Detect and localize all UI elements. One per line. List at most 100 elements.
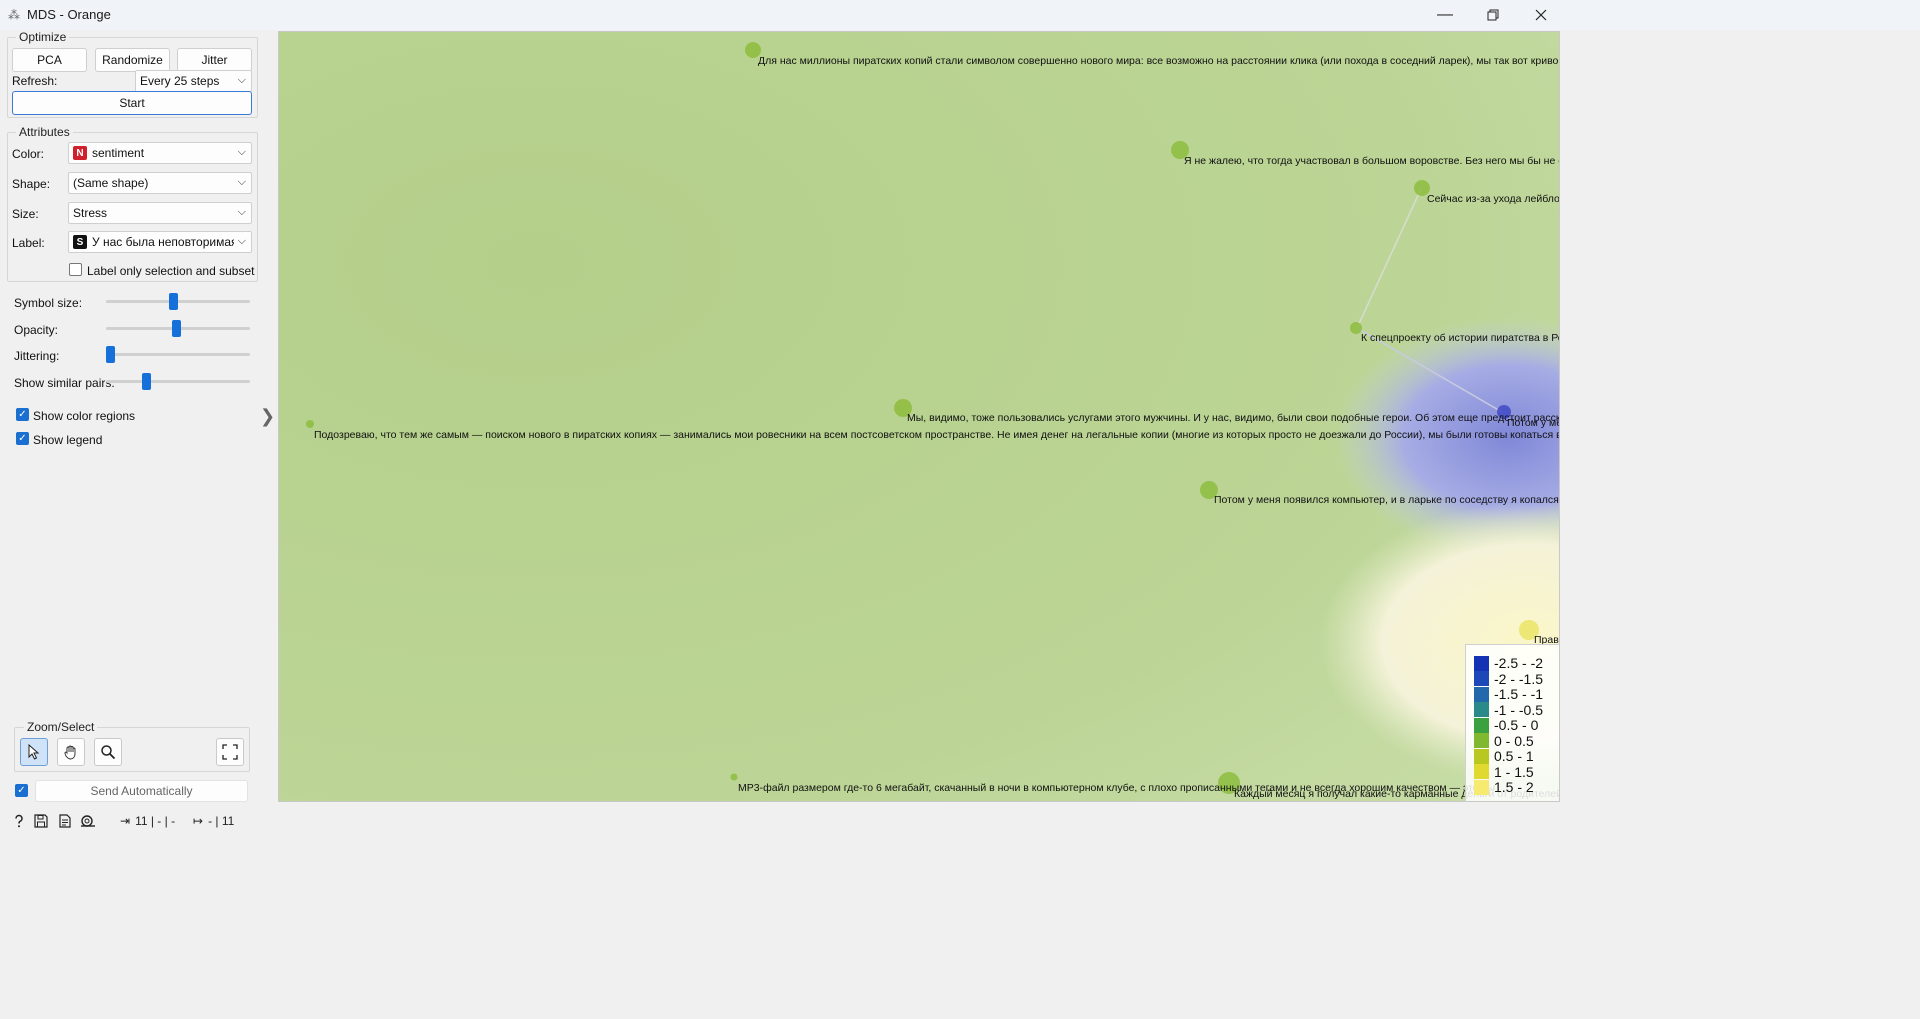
zoom-icon[interactable] [94, 738, 122, 766]
jittering-slider-track[interactable] [106, 353, 250, 356]
legend-swatch [1474, 764, 1489, 779]
label-only-selection-checkbox[interactable] [69, 263, 82, 276]
legend-swatch [1474, 733, 1489, 748]
point-label: Сейчас из-за ухода лейблов [1427, 193, 1560, 205]
legend-swatch [1474, 671, 1489, 686]
opacity-slider[interactable] [172, 320, 182, 337]
legend-swatch [1474, 686, 1489, 702]
size-label: Size: [12, 207, 39, 221]
input-summary[interactable]: ⇥ 11 | - | - [120, 814, 175, 828]
snail-icon[interactable] [80, 814, 96, 828]
color-value: sentiment [92, 146, 145, 160]
legend-swatch [1474, 717, 1489, 733]
chevron-down-icon: ⌵ [237, 74, 246, 86]
send-automatically-button[interactable]: Send Automatically [35, 780, 248, 802]
label-only-selection-label: Label only selection and subset [87, 264, 255, 278]
output-summary-text: - | 11 [208, 814, 235, 828]
legend-swatch [1474, 702, 1489, 717]
show-color-regions-label: Show color regions [33, 409, 136, 423]
label-label: Label: [12, 236, 45, 250]
color-legend[interactable]: -2.5 - -2 -2 - -1.5 -1.5 - -1 -1 - -0.5 … [1465, 644, 1559, 801]
legend-item: -2 - -1.5 [1474, 671, 1543, 687]
send-automatically-checkbox[interactable]: ✓ [15, 784, 28, 797]
point-label: Для нас миллионы пиратских копий стали с… [758, 55, 1560, 67]
numeric-variable-icon: N [73, 146, 87, 160]
show-color-regions-checkbox[interactable]: ✓ [16, 408, 29, 421]
legend-label: -2 - -1.5 [1494, 670, 1544, 687]
chevron-down-icon: ⌵ [237, 206, 246, 218]
shape-select[interactable]: (Same shape) ⌵ [68, 172, 252, 194]
pca-button[interactable]: PCA [12, 48, 87, 72]
reset-zoom-icon[interactable] [216, 738, 244, 766]
legend-label: -1 - -0.5 [1494, 701, 1544, 718]
symbol-size-slider[interactable] [169, 293, 179, 310]
legend-item: 0 - 0.5 [1474, 733, 1534, 749]
shape-value: (Same shape) [73, 176, 149, 190]
show-legend-checkbox[interactable]: ✓ [16, 432, 29, 445]
report-icon[interactable] [58, 814, 72, 828]
status-bar [0, 808, 1920, 838]
legend-item: 0.5 - 1 [1474, 748, 1534, 764]
point-label: Подозреваю, что тем же самым — поиском н… [314, 429, 1560, 441]
legend-swatch [1474, 655, 1489, 671]
input-summary-text: 11 | - | - [135, 814, 176, 828]
opacity-label: Opacity: [14, 323, 59, 337]
output-summary[interactable]: ↦ - | 11 [193, 814, 234, 828]
legend-label: 1 - 1.5 [1494, 763, 1534, 780]
similar-pairs-label: Show similar pairs: [14, 376, 115, 390]
restore-icon[interactable] [1470, 0, 1516, 30]
point-label: К спецпроекту об истории пиратства в Рос [1361, 332, 1560, 344]
size-select[interactable]: Stress ⌵ [68, 202, 252, 224]
attributes-title: Attributes [16, 125, 73, 139]
legend-label: 0 - 0.5 [1494, 732, 1534, 749]
color-select[interactable]: N sentiment ⌵ [68, 142, 252, 164]
save-icon[interactable] [34, 814, 48, 828]
data-point[interactable] [730, 773, 738, 781]
chevron-down-icon: ⌵ [237, 146, 246, 158]
legend-label: -2.5 - -2 [1494, 655, 1544, 671]
symbol-size-label: Symbol size: [14, 296, 83, 310]
randomize-button[interactable]: Randomize [95, 48, 170, 72]
window-title: MDS - Orange [27, 7, 111, 22]
legend-item: -1.5 - -1 [1474, 686, 1543, 702]
start-button[interactable]: Start [12, 91, 252, 115]
legend-item: -1 - -0.5 [1474, 702, 1543, 718]
mds-plot[interactable]: Для нас миллионы пиратских копий стали с… [278, 31, 1560, 802]
similar-pairs-slider-track[interactable] [106, 380, 250, 383]
label-select[interactable]: S У нас была неповторимая эпо ⌵ [68, 231, 252, 253]
close-icon[interactable] [1518, 0, 1564, 30]
chevron-down-icon: ⌵ [237, 235, 246, 247]
point-label: Мы, видимо, тоже пользовались услугами э… [907, 412, 1560, 424]
optimize-title: Optimize [16, 30, 70, 44]
input-arrow-icon: ⇥ [120, 814, 131, 828]
data-point[interactable] [306, 420, 314, 428]
label-value: У нас была неповторимая эпо [92, 235, 234, 249]
pan-hand-icon[interactable] [57, 738, 85, 766]
refresh-label: Refresh: [12, 74, 58, 88]
similar-pairs-slider[interactable] [142, 373, 152, 390]
legend-label: 0.5 - 1 [1494, 748, 1534, 764]
point-label: Потом у меня появился компьютер, и в лар… [1214, 494, 1560, 506]
legend-item: -2.5 - -2 [1474, 655, 1543, 671]
point-label: Я не жалею, что тогда участвовал в больш… [1184, 155, 1560, 167]
chevron-down-icon: ⌵ [237, 176, 246, 188]
refresh-select[interactable]: Every 25 steps ⌵ [135, 70, 252, 92]
legend-item: 1.5 - 2 [1474, 779, 1534, 795]
legend-swatch [1474, 748, 1489, 764]
legend-item: -0.5 - 0 [1474, 717, 1538, 733]
legend-label: -0.5 - 0 [1494, 717, 1539, 733]
minimize-icon[interactable]: — [1422, 0, 1468, 30]
color-label: Color: [12, 147, 45, 161]
zoom-select-title: Zoom/Select [24, 720, 98, 734]
mds-window: ⁂ MDS - Orange — Optimize PCA Randomize … [0, 0, 1920, 1019]
select-pointer-icon[interactable] [20, 738, 48, 766]
jittering-slider[interactable] [106, 346, 115, 363]
help-icon[interactable] [12, 814, 26, 828]
jitter-button[interactable]: Jitter [177, 48, 252, 72]
output-arrow-icon: ↦ [193, 814, 204, 828]
shape-label: Shape: [12, 177, 51, 191]
show-legend-label: Show legend [33, 433, 103, 447]
collapse-panel-icon[interactable]: ❯ [260, 406, 275, 427]
size-value: Stress [73, 206, 108, 220]
legend-swatch [1474, 779, 1489, 795]
